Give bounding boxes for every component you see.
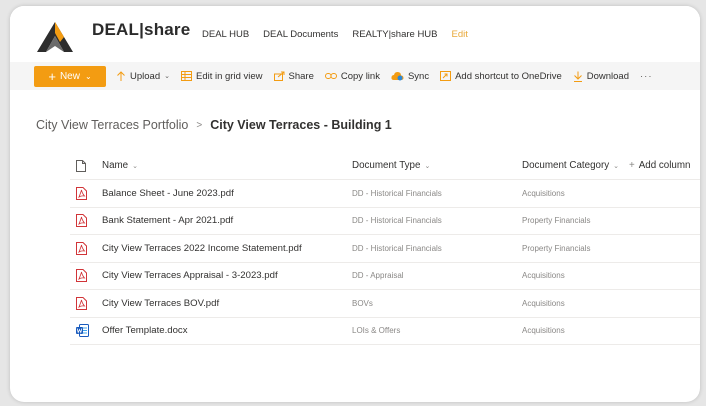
upload-icon <box>116 70 126 82</box>
copy-link-button[interactable]: Copy link <box>324 70 380 82</box>
command-bar: + New ⌄ Upload ⌄ Edit in grid view Share <box>10 62 700 90</box>
nav-link-deal-documents[interactable]: DEAL Documents <box>263 29 338 40</box>
table-row[interactable]: City View Terraces Appraisal - 3-2023.pd… <box>70 263 700 290</box>
deal-share-logo-icon[interactable] <box>36 20 74 54</box>
document-category-cell: Acquisitions <box>522 326 565 336</box>
name-column-header[interactable]: Name ⌄ <box>102 160 352 171</box>
site-nav-links: DEAL HUB DEAL Documents REALTY|share HUB… <box>202 29 482 40</box>
document-type-cell: DD - Appraisal <box>352 271 404 281</box>
file-name[interactable]: Balance Sheet - June 2023.pdf <box>102 188 352 199</box>
pdf-file-icon <box>76 296 87 310</box>
file-name[interactable]: City View Terraces BOV.pdf <box>102 298 352 309</box>
chevron-down-icon: ⌄ <box>84 71 92 81</box>
table-header: Name ⌄ Document Type ⌄ Document Category ⌄ +… <box>70 152 700 180</box>
document-type-cell: BOVs <box>352 298 373 308</box>
app-window: DEAL|share DEAL HUB DEAL Documents REALT… <box>10 6 700 402</box>
breadcrumb-current: City View Terraces - Building 1 <box>210 118 392 132</box>
sync-icon <box>391 71 404 81</box>
table-row[interactable]: Bank Statement - Apr 2021.pdf DD - Histo… <box>70 208 700 235</box>
document-category-cell: Acquisitions <box>522 188 565 198</box>
more-options-button[interactable]: ··· <box>640 71 653 82</box>
document-type-cell: DD - Historical Financials <box>352 216 442 226</box>
word-document-icon <box>76 324 89 338</box>
document-type-cell: LOIs & Offers <box>352 326 401 336</box>
pdf-file-icon <box>76 214 87 228</box>
top-navigation: DEAL|share DEAL HUB DEAL Documents REALT… <box>10 6 700 62</box>
share-icon <box>273 71 285 81</box>
document-library-table: Name ⌄ Document Type ⌄ Document Category ⌄ +… <box>70 152 700 345</box>
download-label: Download <box>586 70 629 82</box>
add-shortcut-to-onedrive-button[interactable]: Add shortcut to OneDrive <box>440 71 562 82</box>
chevron-down-icon: ⌄ <box>164 73 170 80</box>
pdf-file-icon <box>76 241 87 255</box>
breadcrumb-separator-icon: > <box>196 119 203 131</box>
file-name[interactable]: City View Terraces 2022 Income Statement… <box>102 243 352 254</box>
plus-icon: + <box>629 160 635 171</box>
file-type-icon <box>76 159 86 172</box>
nav-link-deal-hub[interactable]: DEAL HUB <box>202 29 249 40</box>
file-name[interactable]: Bank Statement - Apr 2021.pdf <box>102 215 352 226</box>
document-category-cell: Acquisitions <box>522 298 565 308</box>
table-row[interactable]: City View Terraces 2022 Income Statement… <box>70 235 700 263</box>
document-type-cell: DD - Historical Financials <box>352 243 442 253</box>
new-button-label: New <box>59 70 80 82</box>
share-label: Share <box>288 70 314 82</box>
breadcrumb-parent-link[interactable]: City View Terraces Portfolio <box>36 118 188 132</box>
add-shortcut-label: Add shortcut to OneDrive <box>455 70 562 82</box>
document-category-cell: Acquisitions <box>522 271 565 281</box>
breadcrumb: City View Terraces Portfolio > City View… <box>36 118 392 132</box>
edit-in-grid-view-button[interactable]: Edit in grid view <box>180 70 263 82</box>
document-category-cell: Property Financials <box>522 216 591 226</box>
chevron-down-icon: ⌄ <box>424 163 431 170</box>
file-type-column-header[interactable] <box>70 159 102 172</box>
sync-label: Sync <box>407 70 430 82</box>
shortcut-icon <box>440 71 452 81</box>
plus-icon: + <box>48 68 56 84</box>
nav-link-realty-share-hub[interactable]: REALTY|share HUB <box>352 29 437 40</box>
pdf-file-icon <box>76 269 87 283</box>
download-icon <box>573 71 583 82</box>
upload-button[interactable]: Upload ⌄ <box>116 71 170 82</box>
add-column-button[interactable]: + Add column <box>629 160 690 171</box>
table-row[interactable]: City View Terraces BOV.pdf BOVs Acquisit… <box>70 290 700 318</box>
sync-button[interactable]: Sync <box>391 71 429 82</box>
download-button[interactable]: Download <box>573 71 629 82</box>
document-type-cell: DD - Historical Financials <box>352 188 442 198</box>
table-row[interactable]: Balance Sheet - June 2023.pdf DD - Histo… <box>70 180 700 208</box>
upload-label: Upload <box>130 70 161 82</box>
document-category-column-header[interactable]: Document Category ⌄ + Add column <box>522 160 700 171</box>
nav-edit-link[interactable]: Edit <box>452 29 468 40</box>
chevron-down-icon: ⌄ <box>613 163 619 170</box>
new-button[interactable]: + New ⌄ <box>34 65 106 87</box>
grid-icon <box>180 71 192 81</box>
table-row[interactable]: Offer Template.docx LOIs & Offers Acquis… <box>70 318 700 345</box>
pdf-file-icon <box>76 186 87 200</box>
chevron-down-icon: ⌄ <box>132 163 139 170</box>
edit-in-grid-view-label: Edit in grid view <box>195 70 263 82</box>
copy-link-label: Copy link <box>340 70 380 82</box>
share-button[interactable]: Share <box>273 70 314 82</box>
file-name[interactable]: City View Terraces Appraisal - 3-2023.pd… <box>102 270 352 281</box>
document-type-column-header[interactable]: Document Type ⌄ <box>352 160 522 171</box>
link-icon <box>324 72 337 80</box>
document-category-cell: Property Financials <box>522 243 591 253</box>
site-title[interactable]: DEAL|share <box>92 20 190 40</box>
file-name[interactable]: Offer Template.docx <box>102 325 352 336</box>
